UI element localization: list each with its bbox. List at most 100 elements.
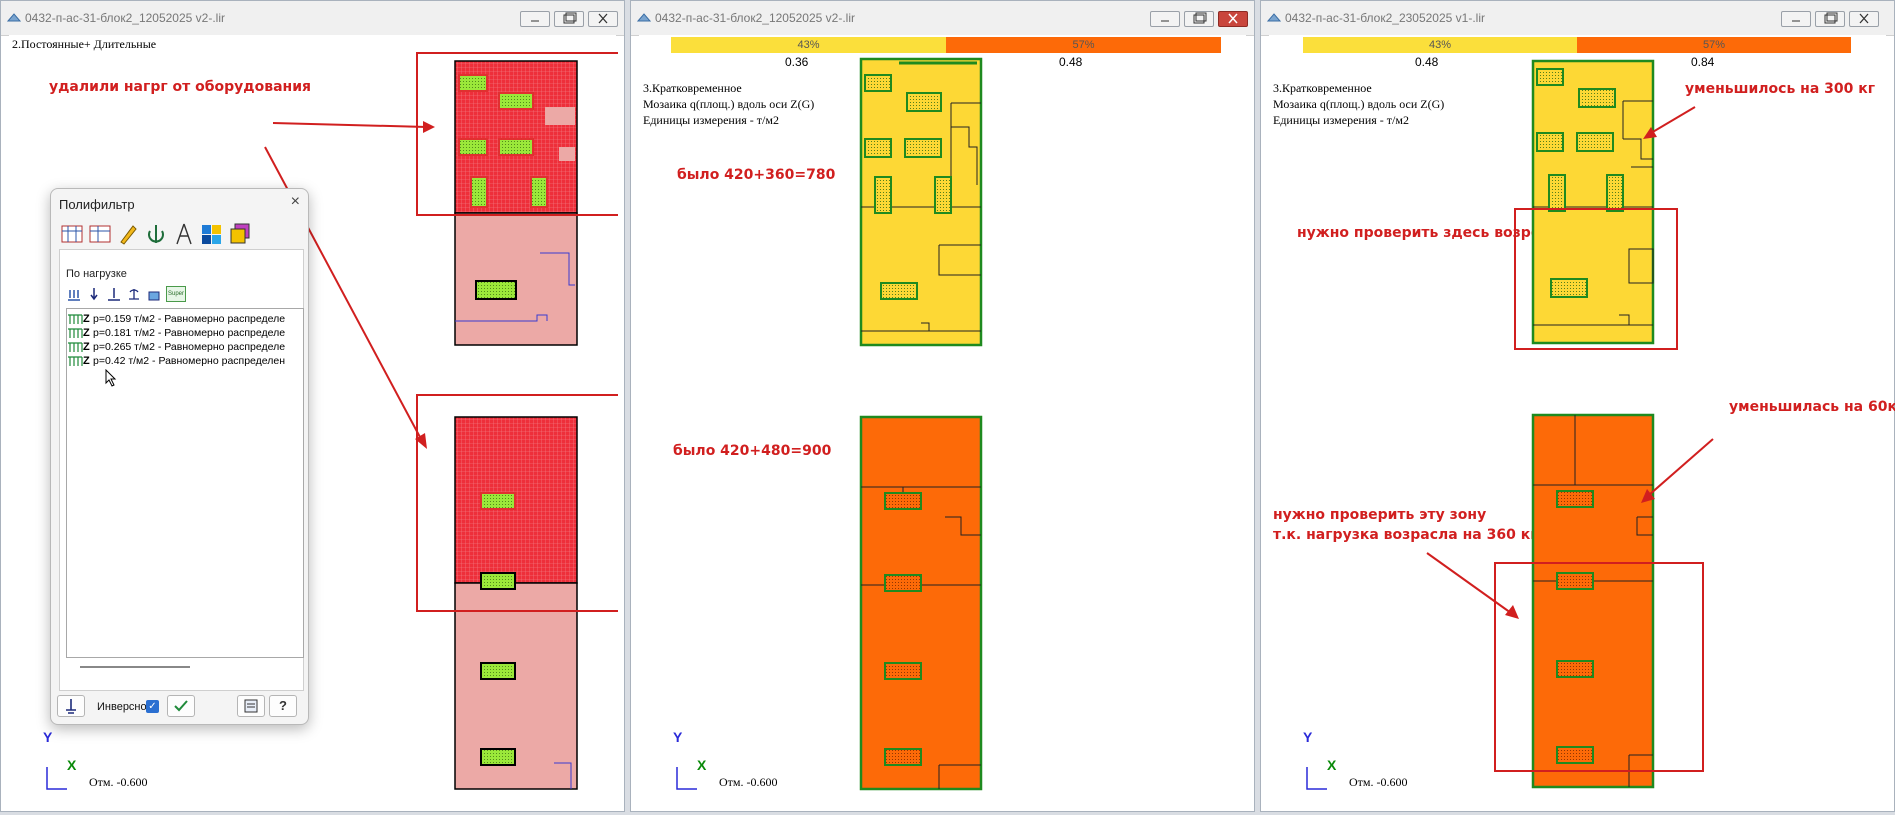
scale-segment-yellow: 43% bbox=[671, 37, 946, 53]
dialog-toolbar bbox=[57, 219, 307, 249]
axis-y-label: Y bbox=[1303, 729, 1313, 745]
title-bar[interactable]: 0432-п-ас-31-блок2_23052025 v1-.lir bbox=[1261, 1, 1894, 36]
model-canvas[interactable]: 43% 57% 0.36 0.48 3.Кратковременное Моза… bbox=[639, 35, 1246, 807]
annotation-note: т.к. нагрузка возрасла на 360 кг bbox=[1273, 527, 1538, 543]
plate-lower bbox=[1531, 413, 1655, 789]
model-canvas[interactable]: 43% 57% 0.48 0.84 3.Кратковременное Моза… bbox=[1269, 35, 1895, 807]
polyfilter-dialog[interactable]: Полифильтр × По нагрузке Super Zp=0.159 … bbox=[50, 188, 309, 725]
distributed-load-icon bbox=[68, 342, 83, 353]
load-point-icon[interactable] bbox=[86, 286, 102, 302]
elevation-label: Отм. -0.600 bbox=[719, 775, 778, 789]
load-type-icon[interactable] bbox=[66, 286, 82, 302]
window-title: 0432-п-ас-31-блок2_12052025 v2-.lir bbox=[655, 11, 855, 25]
annotation-note: было 420+360=780 bbox=[677, 167, 836, 183]
color-scale: 43% 57% bbox=[671, 37, 1221, 53]
highlight-frame bbox=[416, 52, 618, 216]
mouse-cursor-icon bbox=[105, 369, 117, 387]
annotation-note: удалили нагрг от оборудования bbox=[49, 79, 311, 95]
inverse-checkbox[interactable]: ✓ bbox=[146, 700, 159, 713]
print-icon[interactable] bbox=[237, 695, 265, 717]
load-temperature-icon[interactable] bbox=[146, 286, 162, 302]
load-zone-upper bbox=[454, 60, 578, 214]
window-middle: 0432-п-ас-31-блок2_12052025 v2-.lir 43% … bbox=[630, 0, 1255, 812]
info-line: Мозаика q(площ.) вдоль оси Z(G) bbox=[643, 97, 815, 111]
horizontal-scrollbar[interactable] bbox=[80, 666, 190, 668]
annotation-note: уменьшилось на 300 кг bbox=[1685, 81, 1876, 97]
plate-upper bbox=[454, 212, 578, 346]
rotate-icon[interactable] bbox=[143, 221, 169, 247]
layers-icon[interactable] bbox=[227, 221, 253, 247]
apply-filter-button[interactable] bbox=[57, 695, 85, 717]
load-case-label: 2.Постоянные+ Длительные bbox=[12, 37, 157, 51]
title-bar[interactable]: 0432-п-ас-31-блок2_12052025 v2-.lir bbox=[1, 1, 624, 36]
annotation-note: уменьшилась на 60кг bbox=[1729, 399, 1895, 415]
scale-value: 0.84 bbox=[1691, 55, 1715, 69]
pencil-icon[interactable] bbox=[115, 221, 141, 247]
info-line: 3.Кратковременное bbox=[643, 81, 742, 95]
axis-x-label: X bbox=[697, 757, 707, 773]
distributed-load-icon bbox=[68, 314, 83, 325]
pad bbox=[475, 280, 517, 300]
plate-lower bbox=[454, 582, 578, 790]
axis-x-label: X bbox=[67, 757, 77, 773]
minimize-button[interactable] bbox=[1150, 11, 1180, 27]
minimize-button[interactable] bbox=[1781, 11, 1811, 27]
annotation-note: нужно проверить эту зону bbox=[1273, 507, 1487, 523]
scale-value: 0.48 bbox=[1415, 55, 1439, 69]
maximize-button[interactable] bbox=[1184, 11, 1214, 27]
elevation-label: Отм. -0.600 bbox=[89, 775, 148, 789]
elevation-label: Отм. -0.600 bbox=[1349, 775, 1408, 789]
section-title: По нагрузке bbox=[66, 268, 127, 280]
dialog-close-button[interactable]: × bbox=[291, 193, 300, 211]
plan-drawing bbox=[1306, 59, 1714, 790]
highlight-frame bbox=[1494, 562, 1704, 772]
app-icon bbox=[7, 13, 21, 22]
filter-nodes-icon[interactable] bbox=[59, 221, 85, 247]
close-button[interactable] bbox=[588, 11, 618, 27]
title-bar[interactable]: 0432-п-ас-31-блок2_12052025 v2-.lir bbox=[631, 1, 1254, 36]
filter-elements-icon[interactable] bbox=[87, 221, 113, 247]
scale-segment-yellow: 43% bbox=[1303, 37, 1577, 53]
window-title: 0432-п-ас-31-блок2_12052025 v2-.lir bbox=[25, 11, 225, 25]
annotation-note: было 420+480=900 bbox=[673, 443, 832, 459]
info-line: Мозаика q(площ.) вдоль оси Z(G) bbox=[1273, 97, 1445, 111]
plate-upper bbox=[1531, 59, 1655, 345]
load-force-icon[interactable] bbox=[106, 286, 122, 302]
distributed-load-icon bbox=[68, 356, 83, 367]
scale-segment-orange: 57% bbox=[946, 37, 1221, 53]
help-button[interactable]: ? bbox=[269, 695, 297, 717]
close-button[interactable] bbox=[1218, 11, 1248, 27]
axis-x-label: X bbox=[1327, 757, 1337, 773]
confirm-button[interactable] bbox=[167, 695, 195, 717]
info-line: 3.Кратковременное bbox=[1273, 81, 1372, 95]
distributed-load-icon bbox=[68, 328, 83, 339]
plate-lower bbox=[859, 415, 983, 791]
super-button[interactable]: Super bbox=[166, 286, 186, 302]
plan-drawing bbox=[676, 57, 983, 791]
load-moment-icon[interactable] bbox=[126, 286, 142, 302]
app-icon bbox=[1267, 13, 1281, 22]
window-right: 0432-п-ас-31-блок2_23052025 v1-.lir 43% … bbox=[1260, 0, 1895, 812]
load-zone-lower bbox=[454, 416, 578, 584]
highlight-frame bbox=[416, 394, 618, 612]
load-list[interactable]: Zp=0.159 т/м2 - Равномерно распределе Zp… bbox=[66, 308, 304, 658]
annotation-note: нужно проверить здесь возросло на 120 кг bbox=[1297, 225, 1649, 241]
window-title: 0432-п-ас-31-блок2_23052025 v1-.lir bbox=[1285, 11, 1485, 25]
scale-value: 0.48 bbox=[1059, 55, 1083, 69]
filter-panel: По нагрузке Super Zp=0.159 т/м2 - Равном… bbox=[59, 249, 304, 691]
compass-icon[interactable] bbox=[171, 221, 197, 247]
material-icon[interactable] bbox=[199, 221, 225, 247]
minimize-button[interactable] bbox=[520, 11, 550, 27]
maximize-button[interactable] bbox=[554, 11, 584, 27]
info-line: Единицы измерения - т/м2 bbox=[643, 113, 779, 127]
inverse-label: Инверсно bbox=[97, 701, 147, 713]
close-button[interactable] bbox=[1849, 11, 1879, 27]
list-item[interactable]: Zp=0.42 т/м2 - Равномерно распределен bbox=[67, 355, 285, 371]
axis-y-label: Y bbox=[673, 729, 683, 745]
scale-segment-orange: 57% bbox=[1577, 37, 1851, 53]
dialog-footer: Инверсно ✓ ? bbox=[51, 691, 308, 723]
dialog-title: Полифильтр bbox=[59, 197, 135, 212]
maximize-button[interactable] bbox=[1815, 11, 1845, 27]
axis-y-label: Y bbox=[43, 729, 53, 745]
color-scale: 43% 57% bbox=[1303, 37, 1851, 53]
